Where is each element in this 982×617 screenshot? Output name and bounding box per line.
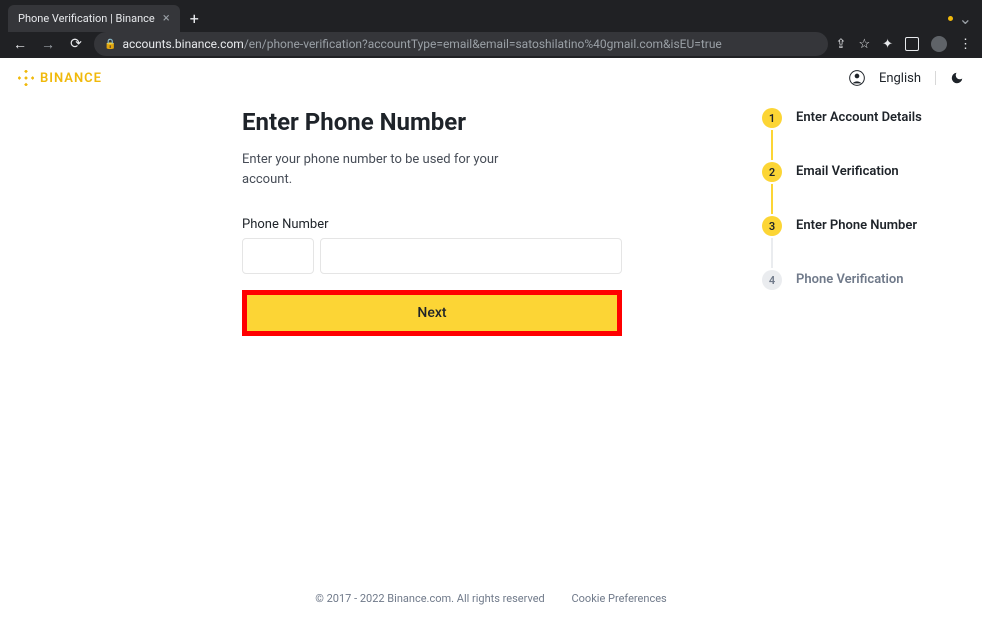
profile-icon[interactable] xyxy=(931,36,947,52)
page: BINANCE English Enter Phone Number Enter… xyxy=(0,58,982,617)
form-column: Enter Phone Number Enter your phone numb… xyxy=(242,108,622,580)
step-enter-phone: 3 Enter Phone Number xyxy=(762,216,922,270)
phone-number-input[interactable] xyxy=(320,238,622,274)
brand-logo[interactable]: BINANCE xyxy=(18,70,102,86)
step-phone-verification: 4 Phone Verification xyxy=(762,270,922,290)
forward-icon[interactable]: → xyxy=(38,36,58,53)
footer: © 2017 - 2022 Binance.com. All rights re… xyxy=(0,580,982,617)
country-code-input[interactable] xyxy=(242,238,314,274)
step-label: Phone Verification xyxy=(796,270,904,287)
copyright-text: © 2017 - 2022 Binance.com. All rights re… xyxy=(315,592,545,605)
kebab-menu-icon[interactable]: ⋮ xyxy=(959,37,972,52)
step-connector xyxy=(771,184,773,214)
divider xyxy=(935,71,936,85)
step-account-details: 1 Enter Account Details xyxy=(762,108,922,162)
next-button-highlight: Next xyxy=(242,290,622,336)
next-button[interactable]: Next xyxy=(247,295,617,331)
browser-right-icons: ⇪ ☆ ✦ ⋮ xyxy=(836,36,972,52)
bookmark-icon[interactable]: ☆ xyxy=(858,37,870,52)
main-content: Enter Phone Number Enter your phone numb… xyxy=(0,98,982,580)
back-icon[interactable]: ← xyxy=(10,36,30,53)
share-icon[interactable]: ⇪ xyxy=(836,37,847,52)
extension-square-icon[interactable] xyxy=(905,37,919,51)
language-selector[interactable]: English xyxy=(879,71,921,86)
lock-icon: 🔒 xyxy=(104,39,116,50)
step-email-verification: 2 Email Verification xyxy=(762,162,922,216)
step-badge: 4 xyxy=(762,270,782,290)
page-topbar: BINANCE English xyxy=(0,58,982,98)
step-badge: 1 xyxy=(762,108,782,128)
tab-title: Phone Verification | Binance xyxy=(18,12,155,25)
browser-tab[interactable]: Phone Verification | Binance × xyxy=(8,5,180,32)
steps-column: 1 Enter Account Details 2 Email Verifica… xyxy=(762,108,922,580)
new-tab-button[interactable]: + xyxy=(180,9,209,28)
extensions-icon[interactable]: ✦ xyxy=(882,37,893,52)
tab-bar: Phone Verification | Binance × + ⌄ xyxy=(0,0,982,30)
step-label: Enter Phone Number xyxy=(796,216,917,233)
page-title: Enter Phone Number xyxy=(242,108,622,136)
url-text: accounts.binance.com/en/phone-verificati… xyxy=(122,37,721,51)
step-badge: 2 xyxy=(762,162,782,182)
step-connector xyxy=(771,130,773,160)
reload-icon[interactable]: ⟳ xyxy=(66,36,86,52)
notification-dot-icon xyxy=(948,16,953,21)
step-connector xyxy=(771,238,773,268)
page-subtitle: Enter your phone number to be used for y… xyxy=(242,150,502,189)
url-field[interactable]: 🔒 accounts.binance.com/en/phone-verifica… xyxy=(94,32,828,56)
theme-toggle-icon[interactable] xyxy=(950,71,964,85)
close-tab-icon[interactable]: × xyxy=(163,11,170,26)
step-badge: 3 xyxy=(762,216,782,236)
step-label: Enter Account Details xyxy=(796,108,922,125)
step-label: Email Verification xyxy=(796,162,899,179)
cookie-preferences-link[interactable]: Cookie Preferences xyxy=(571,592,666,605)
address-bar: ← → ⟳ 🔒 accounts.binance.com/en/phone-ve… xyxy=(0,30,982,58)
browser-chrome: Phone Verification | Binance × + ⌄ ← → ⟳… xyxy=(0,0,982,58)
phone-input-row xyxy=(242,238,622,274)
user-icon[interactable] xyxy=(849,70,865,86)
brand-text: BINANCE xyxy=(40,71,102,86)
phone-label: Phone Number xyxy=(242,217,622,232)
chevron-down-icon[interactable]: ⌄ xyxy=(959,9,972,28)
binance-logo-icon xyxy=(18,70,34,86)
